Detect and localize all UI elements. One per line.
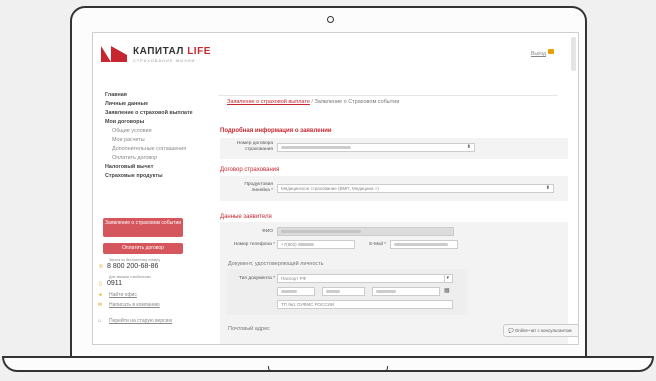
browser-screen: КАПИТАЛ LIFE СТРАХОВАНИЕ ЖИЗНИ Выход Гла… xyxy=(92,32,579,345)
postal-address-label: Почтовый адрес xyxy=(228,326,270,332)
passport-series-input[interactable] xyxy=(277,287,315,296)
blurred-fio xyxy=(281,230,361,234)
camera-dot xyxy=(327,16,334,23)
free-call-note: Звонок по бесплатному номеру xyxy=(109,258,161,262)
logo-text: КАПИТАЛ LIFE xyxy=(133,46,211,57)
nav-home[interactable]: Главная xyxy=(105,92,127,98)
mobile-icon: ▯ xyxy=(99,281,102,287)
nav-my-contracts[interactable]: Мои договоры xyxy=(105,119,144,125)
blurred-email xyxy=(394,243,448,247)
breadcrumb-current: Заявление о Страховом событии xyxy=(314,99,400,105)
nav-additional-agreements[interactable]: Дополнительные соглашения xyxy=(112,146,186,152)
home-icon: ⌂ xyxy=(98,318,102,324)
nav-my-calculations[interactable]: Мои расчеты xyxy=(112,137,145,143)
logout-link[interactable]: Выход xyxy=(531,51,546,57)
mail-icon: ✉ xyxy=(98,302,103,308)
calendar-icon[interactable]: ▦ xyxy=(444,287,450,294)
document-type-label: Тип документа * xyxy=(239,276,275,281)
logo-text-main: КАПИТАЛ xyxy=(133,46,184,57)
document-type-value: Паспорт РФ xyxy=(281,276,307,281)
chat-label: Online-чат с консультантом xyxy=(514,328,572,333)
chevron-down-icon: ▾ xyxy=(444,275,449,282)
blurred-number xyxy=(326,290,340,294)
identity-document-label: Документ, удостоверяющий личность xyxy=(228,261,324,267)
email-label: E-Mail * xyxy=(369,242,386,247)
fio-label: ФИО xyxy=(262,229,273,234)
blurred-contract-number xyxy=(281,146,351,150)
mobile-call-note: Для звонков с мобильных xyxy=(109,275,152,279)
chevron-down-icon: ⬍ xyxy=(466,144,471,150)
passport-number-input[interactable] xyxy=(322,287,365,296)
chevron-down-icon: ⬍ xyxy=(545,185,550,191)
site-header: КАПИТАЛ LIFE СТРАХОВАНИЕ ЖИЗНИ Выход xyxy=(93,33,578,93)
blurred-date xyxy=(376,290,396,294)
logo-text-life: LIFE xyxy=(187,46,211,57)
phone-value: +7(903) xyxy=(281,242,297,247)
document-type-select[interactable]: Паспорт РФ ▾ xyxy=(277,274,453,283)
nav-personal-data[interactable]: Личные данные xyxy=(105,101,148,107)
phone-input[interactable]: +7(903) xyxy=(277,240,355,249)
contract-number-label: Номер договора страхования xyxy=(236,141,273,152)
issue-date-input[interactable] xyxy=(372,287,440,296)
section-title-details: Подробная информация о заявлении xyxy=(220,128,332,134)
fio-field xyxy=(277,227,454,236)
issued-by-value: ТП №1 ОУФМС РОССИИ xyxy=(281,302,334,307)
section-title-contract: Договор страхования xyxy=(220,167,280,173)
issued-by-input[interactable]: ТП №1 ОУФМС РОССИИ xyxy=(277,300,453,309)
breadcrumb-link[interactable]: Заявление о страховой выплате xyxy=(227,99,310,105)
product-line-select[interactable]: Медицинское страхование (ВМП, Медицина +… xyxy=(277,184,554,193)
short-phone-number: 0911 xyxy=(107,280,123,287)
blurred-series xyxy=(281,290,297,294)
logout-icon[interactable] xyxy=(548,49,554,54)
breadcrumb-separator: / xyxy=(311,99,313,105)
nav-claim-payment[interactable]: Заявление о страховой выплате xyxy=(105,110,193,116)
logo-mark-cut xyxy=(111,46,127,55)
old-version-link[interactable]: Перейти на старую версию xyxy=(109,318,172,324)
logo-mark-left xyxy=(101,46,111,62)
scrollbar[interactable] xyxy=(571,37,576,71)
pay-contract-button[interactable]: Оплатить договор xyxy=(103,243,183,254)
nav-pay-contract[interactable]: Оплатить договор xyxy=(112,155,157,161)
write-company-link[interactable]: Написать в компанию xyxy=(109,302,160,308)
claim-event-button[interactable]: Заявление о страховом событии xyxy=(103,218,183,237)
nav-insurance-products[interactable]: Страховые продукты xyxy=(105,173,163,179)
contract-number-select[interactable]: ⬍ xyxy=(277,143,475,152)
logo-subtitle: СТРАХОВАНИЕ ЖИЗНИ xyxy=(133,58,196,63)
email-input[interactable] xyxy=(390,240,458,249)
laptop-notch xyxy=(268,366,388,371)
online-chat-button[interactable]: 💬 Online-чат с консультантом xyxy=(503,324,578,337)
section-title-applicant: Данные заявителя xyxy=(220,214,272,220)
blurred-phone xyxy=(297,243,314,247)
breadcrumb-top-divider xyxy=(218,95,558,96)
free-phone-number: 8 800 200-68-86 xyxy=(107,263,159,270)
location-pin-icon: ● xyxy=(99,292,103,298)
product-line-value: Медицинское страхование (ВМП, Медицина +… xyxy=(281,186,379,191)
breadcrumb: Заявление о страховой выплате / Заявлени… xyxy=(227,99,399,105)
chat-icon: 💬 xyxy=(508,328,514,333)
nav-general-terms[interactable]: Общие условия xyxy=(112,128,152,134)
find-office-link[interactable]: Найти офис xyxy=(109,292,137,298)
phone-label: Номер телефона * xyxy=(233,242,275,247)
phone-icon: ✆ xyxy=(99,264,104,270)
nav-tax-deduction[interactable]: Налоговый вычет xyxy=(105,164,153,170)
product-line-label: Продуктовая линейка * xyxy=(244,182,273,193)
